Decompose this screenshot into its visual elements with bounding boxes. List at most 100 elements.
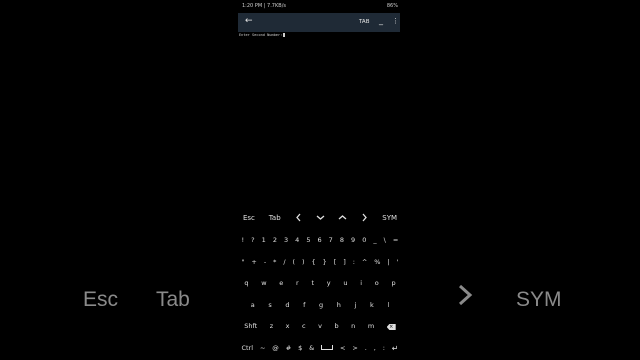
ghost-chevron-right-icon <box>456 284 474 312</box>
key[interactable]: 0 <box>362 236 366 244</box>
status-time: 1:20 PM <box>242 3 263 9</box>
key[interactable]: \ <box>384 236 386 244</box>
key[interactable]: v <box>318 322 322 330</box>
status-speed: 7.7KB/s <box>267 3 286 9</box>
key[interactable]: g <box>319 301 323 309</box>
chevron-right-icon[interactable] <box>361 213 368 224</box>
key[interactable]: k <box>370 301 374 309</box>
status-battery: 86% <box>386 3 398 9</box>
ghost-esc-label: Esc <box>83 288 119 311</box>
keyboard-row-zxcv: Shft z x c v b n m × <box>238 322 402 330</box>
key[interactable]: ^ <box>362 258 367 266</box>
key[interactable]: ' <box>397 258 399 266</box>
key[interactable]: n <box>351 322 355 330</box>
overflow-menu-icon[interactable]: ⋮ <box>392 18 399 25</box>
key[interactable]: [ <box>334 258 337 266</box>
chevron-up-icon[interactable] <box>338 214 347 223</box>
key[interactable]: 7 <box>329 236 333 244</box>
key[interactable]: u <box>343 279 347 287</box>
key[interactable]: | <box>387 258 389 266</box>
shift-key[interactable]: Shft <box>244 322 257 330</box>
key[interactable]: + <box>251 258 256 266</box>
ghost-sym-label: SYM <box>516 288 562 311</box>
key[interactable]: } <box>323 258 327 266</box>
key[interactable]: 3 <box>284 236 288 244</box>
key[interactable]: < <box>340 344 345 353</box>
esc-key[interactable]: Esc <box>243 214 255 222</box>
key[interactable]: 8 <box>340 236 344 244</box>
chevron-down-icon[interactable] <box>316 214 325 223</box>
key[interactable]: * <box>273 258 276 266</box>
phone-screen: 1:20 PM | 7.7KB/s 86% ← TAB _ ⋮ Enter Se… <box>236 0 404 360</box>
ctrl-key[interactable]: Ctrl <box>241 344 253 353</box>
key[interactable]: p <box>391 279 395 287</box>
key[interactable]: 5 <box>306 236 310 244</box>
key[interactable]: & <box>309 344 314 353</box>
tab-button[interactable]: TAB <box>359 19 369 25</box>
key[interactable]: _ <box>373 236 376 244</box>
key[interactable]: r <box>296 279 299 287</box>
ghost-tab-label: Tab <box>156 288 190 311</box>
key[interactable]: ( <box>293 258 296 266</box>
key[interactable]: o <box>375 279 379 287</box>
key[interactable]: h <box>337 301 341 309</box>
key[interactable]: i <box>360 279 362 287</box>
sym-key[interactable]: SYM <box>382 214 397 222</box>
status-bar: 1:20 PM | 7.7KB/s 86% <box>236 0 404 12</box>
key[interactable]: s <box>268 301 271 309</box>
key[interactable]: . <box>365 344 367 353</box>
status-time-speed: 1:20 PM | 7.7KB/s <box>242 3 286 9</box>
key[interactable]: e <box>279 279 283 287</box>
key[interactable]: , <box>374 344 376 353</box>
key[interactable]: - <box>264 258 266 266</box>
key[interactable]: q <box>244 279 248 287</box>
key[interactable]: a <box>251 301 255 309</box>
key[interactable]: ) <box>302 258 305 266</box>
key[interactable]: : <box>353 258 355 266</box>
key[interactable]: z <box>270 322 273 330</box>
tab-key[interactable]: Tab <box>269 214 281 222</box>
terminal-cursor <box>283 33 286 37</box>
keyboard-row-punctuation: " + - * / ( ) { } [ ] : ^ % | ' <box>238 258 402 266</box>
key[interactable]: = <box>393 236 398 244</box>
key[interactable]: 4 <box>295 236 299 244</box>
key[interactable]: / <box>283 258 285 266</box>
key[interactable]: 9 <box>351 236 355 244</box>
enter-icon[interactable]: ↵ <box>392 344 399 353</box>
key[interactable]: d <box>285 301 289 309</box>
terminal-output[interactable]: Enter Second Number: <box>239 33 286 37</box>
key[interactable]: x <box>286 322 290 330</box>
chevron-left-icon[interactable] <box>295 213 302 224</box>
key[interactable]: 1 <box>262 236 266 244</box>
minimize-button[interactable]: _ <box>379 16 383 25</box>
key[interactable]: ~ <box>260 344 265 353</box>
key[interactable]: b <box>335 322 339 330</box>
key[interactable]: c <box>302 322 306 330</box>
key[interactable]: $ <box>298 344 302 353</box>
key[interactable]: { <box>312 258 316 266</box>
key[interactable]: ] <box>343 258 346 266</box>
key[interactable]: f <box>303 301 305 309</box>
key[interactable]: # <box>286 344 291 353</box>
back-arrow-icon[interactable]: ← <box>245 17 253 26</box>
key[interactable]: y <box>327 279 331 287</box>
key[interactable]: j <box>355 301 357 309</box>
extra-keys-row: Esc Tab SYM <box>236 210 404 226</box>
key[interactable]: w <box>261 279 266 287</box>
key[interactable]: 6 <box>318 236 322 244</box>
key[interactable]: ! <box>242 236 245 244</box>
keyboard-row-asdf: a s d f g h j k l <box>238 301 402 309</box>
key[interactable]: @ <box>272 344 279 353</box>
key[interactable]: ? <box>251 236 254 244</box>
space-key-icon[interactable] <box>321 344 334 353</box>
app-bar: ← TAB _ ⋮ <box>238 13 400 32</box>
key[interactable]: m <box>368 322 374 330</box>
key[interactable]: 2 <box>273 236 277 244</box>
backspace-icon[interactable]: × <box>386 322 396 330</box>
key[interactable]: % <box>374 258 380 266</box>
key[interactable]: " <box>241 258 244 266</box>
key[interactable]: t <box>311 279 314 287</box>
key[interactable]: : <box>383 344 385 353</box>
key[interactable]: l <box>387 301 389 309</box>
key[interactable]: > <box>352 344 357 353</box>
